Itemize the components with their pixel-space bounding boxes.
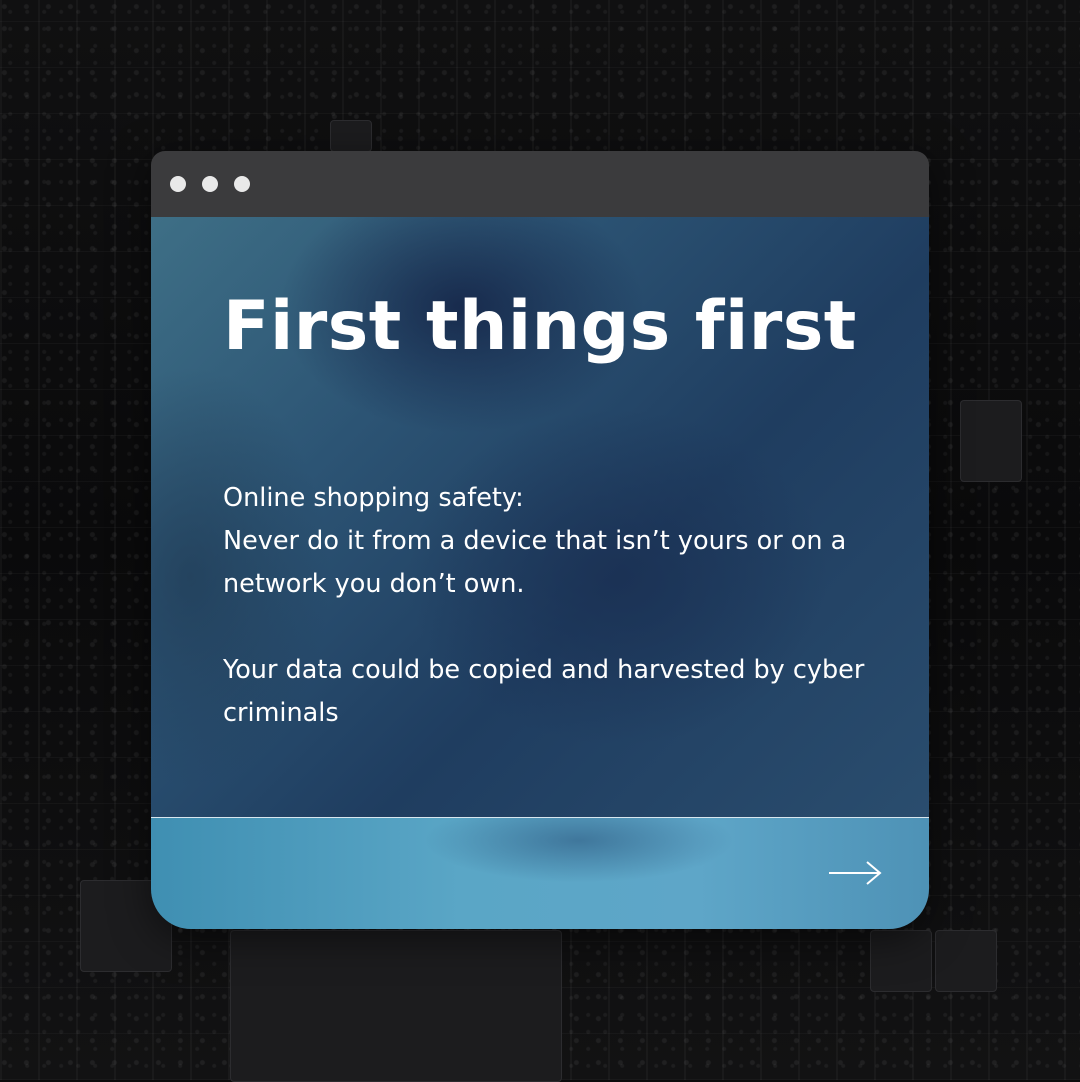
chip-decoration [230,930,562,1082]
chip-decoration [330,120,372,152]
window-dot-icon [234,176,250,192]
body-line: Your data could be copied and harvested … [223,655,865,685]
body-line: network you don’t own. [223,569,525,599]
body-line: Online shopping safety: [223,483,524,513]
arrow-right-icon[interactable] [827,859,883,887]
window-dot-icon [202,176,218,192]
window-titlebar [151,151,929,217]
body-line: Never do it from a device that isn’t you… [223,526,847,556]
info-card-window: First things first Online shopping safet… [151,151,929,929]
chip-decoration [960,400,1022,482]
window-dot-icon [170,176,186,192]
card-body-text: Online shopping safety: Never do it from… [223,477,883,735]
body-line: criminals [223,698,339,728]
card-title: First things first [223,287,857,366]
chip-decoration [935,930,997,992]
chip-decoration [870,930,932,992]
card-footer [151,817,929,929]
